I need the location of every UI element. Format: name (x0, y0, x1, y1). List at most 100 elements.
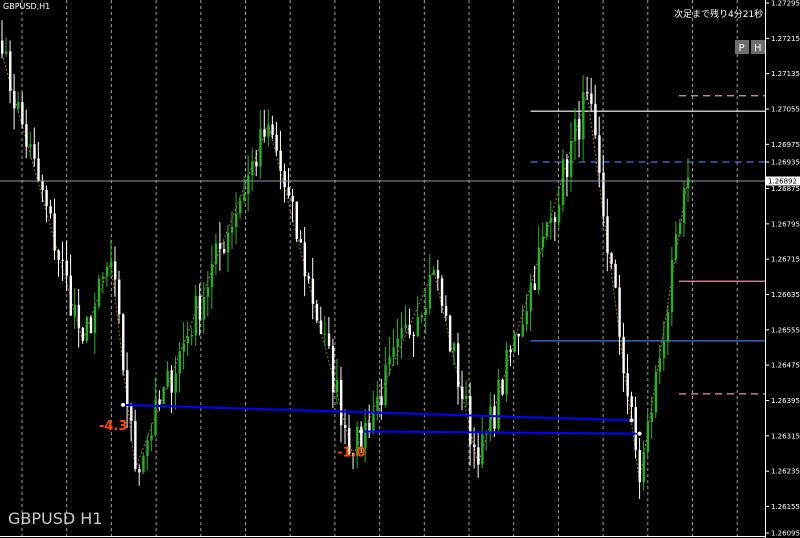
candle-body (89, 317, 93, 334)
candle-body (404, 324, 407, 329)
price-tick-label: 1.26395 (771, 397, 800, 405)
trendline-anchor (629, 418, 634, 423)
candle-body (194, 296, 198, 336)
candle-body (674, 234, 678, 260)
price-tick-label: 1.26795 (771, 220, 800, 228)
candle-body (33, 144, 36, 159)
candle-body (569, 141, 573, 177)
candle-body (17, 102, 20, 109)
candle-body (243, 193, 246, 201)
candle-body (263, 129, 266, 137)
candle-body (622, 336, 625, 374)
candle-body (646, 422, 650, 452)
candle-body (275, 134, 278, 151)
price-tick-label: 1.27135 (771, 70, 800, 78)
candle-body (198, 296, 202, 320)
candle-body (231, 227, 234, 233)
trendline-anchor (121, 402, 126, 407)
candle-body (670, 259, 674, 312)
price-tick-label: 1.26555 (771, 326, 800, 334)
candle-body (134, 420, 137, 469)
candle-body (118, 279, 121, 315)
candle-body (650, 412, 654, 423)
candle-body (69, 275, 72, 316)
candle-body (501, 379, 504, 395)
candle-body (561, 159, 565, 206)
candle-body (396, 338, 399, 348)
candle-body (41, 181, 44, 190)
price-tick-label: 1.27295 (771, 0, 800, 8)
candle-body (303, 242, 307, 277)
candle-body (553, 217, 557, 223)
candle-body (166, 370, 169, 387)
candle-body (311, 278, 315, 304)
candle-body (618, 287, 621, 337)
candle-body (638, 449, 641, 483)
candle-body (101, 276, 105, 279)
candle-body (25, 124, 28, 147)
candle-body (545, 222, 549, 237)
candle-body (287, 187, 290, 196)
candle-body (53, 213, 56, 251)
candle-body (73, 304, 77, 316)
pattern-label: -4.3 (99, 419, 127, 434)
candle-body (388, 356, 391, 365)
candle-body (666, 311, 670, 342)
candle-body (255, 161, 258, 167)
candle-body (170, 370, 173, 393)
candle-body (126, 370, 129, 407)
candle-body (574, 119, 577, 142)
candle-body (259, 129, 262, 167)
candle-body (49, 206, 52, 214)
candle-body (251, 161, 254, 176)
price-tick-label: 1.26315 (771, 432, 800, 440)
candle-body (626, 373, 629, 397)
candle-body (517, 333, 520, 337)
candle-body (214, 243, 218, 265)
candle-body (29, 144, 32, 147)
price-tick-label: 1.27215 (771, 35, 800, 43)
candle-body (654, 371, 658, 413)
candle-body (186, 336, 190, 344)
candle-body (113, 261, 117, 280)
price-tick-label: 1.26475 (771, 362, 800, 370)
price-tick-label: 1.26635 (771, 291, 800, 299)
candle-body (37, 158, 40, 182)
candle-body (521, 324, 524, 337)
candle-body (5, 51, 8, 54)
candle-body (372, 411, 375, 433)
candle-body (465, 395, 468, 399)
candle-body (505, 349, 508, 395)
candle-body (529, 283, 533, 312)
candle-body (222, 249, 226, 253)
candle-body (630, 396, 633, 408)
next-bar-timer: 次足まで残り4分21秒 (674, 8, 763, 20)
p-button[interactable]: P (735, 40, 749, 54)
candle-body (432, 270, 436, 275)
candle-body (21, 102, 24, 125)
candle-body (283, 171, 286, 188)
candle-body (174, 373, 177, 393)
candle-body (509, 349, 512, 353)
candle-body (598, 135, 601, 173)
price-chart[interactable]: -4.3 -1.0 1.27295 1.27215 1.27135 1.27055 1.2… (0, 0, 800, 538)
candle-body (420, 314, 424, 318)
candle-body (586, 92, 589, 94)
candle-body (271, 124, 274, 135)
h-button[interactable]: H (751, 40, 765, 54)
candle-body (178, 351, 181, 374)
trendline-anchor (359, 429, 364, 434)
candle-body (541, 236, 545, 248)
pattern-label: -1.0 (337, 445, 365, 460)
price-tick-label: 1.26715 (771, 256, 800, 264)
candle-body (13, 90, 16, 109)
candle-body (235, 213, 238, 228)
candle-body (162, 386, 165, 405)
candle-body (594, 103, 597, 136)
current-price-label: 1.26892 (768, 177, 797, 185)
candle-body (533, 283, 537, 290)
candle-body (634, 407, 637, 450)
candle-body (291, 195, 294, 202)
candle-body (130, 406, 133, 421)
candle-body (61, 259, 64, 261)
